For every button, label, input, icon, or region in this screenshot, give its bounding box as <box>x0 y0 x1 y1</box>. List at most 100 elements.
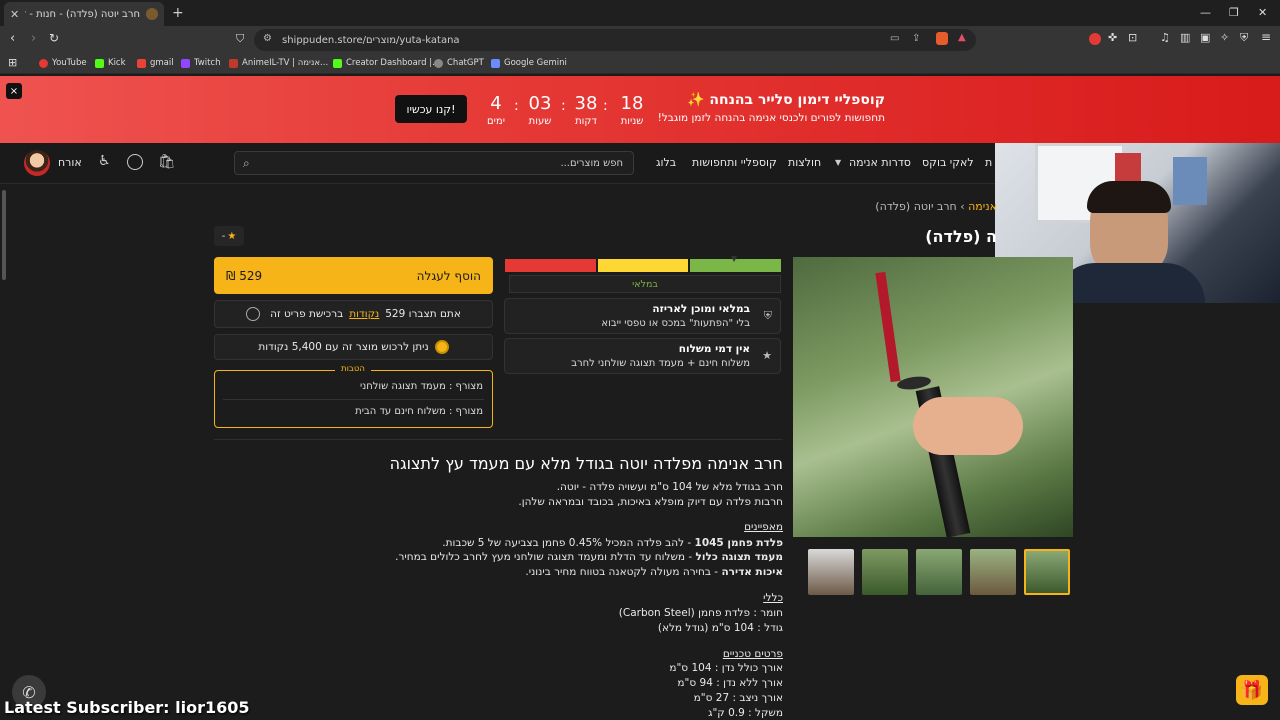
site-favicon-icon <box>146 8 158 20</box>
description-text: חרבות פלדה עם דיוק מופלא באיכות, בכובד ו… <box>518 496 783 508</box>
screenshot-icon[interactable]: ⊡ <box>1128 31 1137 44</box>
nav-item-anime-series[interactable]: סדרות אנימה <box>849 156 911 169</box>
stock-status: במלאי <box>509 275 781 293</box>
address-bar[interactable]: ⚙ shippuden.store/מוצרים/yuta-katana ▭ ⇪… <box>254 29 976 51</box>
bookmark-chatgpt[interactable]: ChatGPT <box>434 58 484 68</box>
reload-icon[interactable]: ↻ <box>49 31 59 45</box>
breadcrumb-category[interactable]: אנימה <box>968 200 997 213</box>
tech-line: אורך ללא נדן : 94 ס"מ <box>677 677 783 689</box>
star-icon: ★ <box>762 349 772 362</box>
creator-dashboard-icon <box>333 58 342 68</box>
points-link[interactable]: נקודות <box>349 308 379 320</box>
coin-icon <box>434 340 449 354</box>
kick-icon <box>95 58 104 68</box>
gmail-icon <box>137 58 146 68</box>
stock-meter-yellow <box>597 259 689 272</box>
bookmark-animeil[interactable]: AnimeIL-TV | אנימה... <box>229 58 328 68</box>
share-icon[interactable]: ⇪ <box>912 33 920 44</box>
bookmarks-bar: ⊞ YouTube Kick gmail Twitch AnimeIL-TV |… <box>0 54 1280 74</box>
webcam-shirt <box>1055 263 1205 303</box>
cart-icon[interactable]: 🛍 <box>158 154 176 170</box>
nav-item-cosplay[interactable]: קוספליי ותחפושות <box>692 156 777 169</box>
browser-tab[interactable]: חרב יוטה (פלדה) - חנות - דוכן שי ✕ <box>4 2 164 26</box>
tech-line: אורך כולל נדן : 104 ס"מ <box>669 662 783 674</box>
leo-ai-icon[interactable]: ✧ <box>1220 31 1229 44</box>
points-icon <box>246 307 261 321</box>
product-thumbnail[interactable] <box>970 549 1016 595</box>
breadcrumb: אנימה › חרב יוטה (פלדה) <box>875 200 997 213</box>
gift-icon[interactable]: 🎁 <box>1236 675 1268 705</box>
animeil-icon <box>229 58 238 68</box>
bookmark-gemini[interactable]: Google Gemini <box>491 58 567 68</box>
maximize-icon[interactable]: ❐ <box>1229 6 1239 19</box>
close-tab-icon[interactable]: ✕ <box>10 8 19 21</box>
feature-line: פלדת פחמן 1045 - להב פלדה המכיל 0.45% פח… <box>442 537 783 549</box>
wallet-icon[interactable]: ▣ <box>1200 31 1210 44</box>
nav-item-partial[interactable]: ת <box>985 156 992 169</box>
chevron-down-icon[interactable]: ▼ <box>835 158 841 167</box>
add-to-cart-button[interactable]: הוסף לעגלה 529 ₪ <box>214 257 493 294</box>
page-scrollbar[interactable] <box>2 190 6 280</box>
site-info-icon[interactable]: ⚙ <box>263 33 272 44</box>
forward-icon[interactable]: › <box>31 31 36 46</box>
nav-item-lucky-box[interactable]: לאקי בוקס <box>922 156 974 169</box>
description-heading: חרב אנימה מפלדה יוטה בגודל מלא עם מעמד ע… <box>389 454 783 473</box>
general-line: גודל : 104 ס"מ (גודל מלא) <box>657 622 783 634</box>
product-main-image[interactable] <box>793 257 1073 537</box>
new-tab-icon[interactable]: + <box>172 5 184 21</box>
countdown-hours: 03 שעות <box>528 93 552 127</box>
product-thumbnail[interactable] <box>808 549 854 595</box>
apps-grid-icon[interactable]: ⊞ <box>8 56 17 69</box>
sidebar-icon[interactable]: ▥ <box>1180 31 1190 44</box>
brave-rewards-icon[interactable]: ▲ <box>958 32 966 43</box>
search-input[interactable]: חפש מוצרים... ⌕ <box>234 151 634 175</box>
rating-badge: - ★ <box>214 226 244 246</box>
feature-line: איכות אדירה - בחירה מעולה לקטאנה בטווח מ… <box>525 566 783 578</box>
bookmark-kick[interactable]: Kick <box>95 58 126 68</box>
user-name[interactable]: אורח <box>58 156 82 169</box>
benefit-item: מצורף : מעמד תצוגה שולחני <box>359 381 483 392</box>
benefit-item: מצורף : משלוח חינם עד הבית <box>355 406 483 417</box>
benefits-tag: הטבות <box>335 364 371 374</box>
vpn-icon[interactable]: ⛨ <box>1240 31 1248 45</box>
nav-item-blog[interactable]: בלוג <box>656 156 676 169</box>
extensions-icon[interactable]: ✜ <box>1108 31 1117 44</box>
screen-cast-icon[interactable]: ▭ <box>890 33 899 44</box>
bookmark-twitch[interactable]: Twitch <box>181 58 221 68</box>
media-icon[interactable]: ♫ <box>1160 31 1170 44</box>
stock-indicator-icon: ▼ <box>731 254 738 263</box>
buy-now-button[interactable]: קנו עכשיו! <box>395 95 467 123</box>
bookmark-youtube[interactable]: YouTube <box>39 58 87 68</box>
close-promo-button[interactable]: × <box>6 83 22 99</box>
points-icon[interactable] <box>127 154 143 170</box>
bookmark-icon[interactable]: ⛉ <box>236 32 244 46</box>
product-thumbnail[interactable] <box>862 549 908 595</box>
browser-toolbar: ‹ › ↻ ⛉ ⚙ shippuden.store/מוצרים/yuta-ka… <box>0 26 1280 54</box>
avatar[interactable] <box>24 150 50 176</box>
url-text: shippuden.store/מוצרים/yuta-katana <box>282 34 460 46</box>
youtube-icon <box>39 58 48 68</box>
countdown-colon: : <box>514 98 519 114</box>
webcam-hair <box>1087 181 1171 213</box>
bookmark-creator-dashboard[interactable]: Creator Dashboard |... <box>333 58 440 68</box>
star-icon: ★ <box>227 230 237 242</box>
back-icon[interactable]: ‹ <box>10 31 15 46</box>
feature-in-stock: ⛨ במלאי ומוכן לאריזה בלי "הפתעות" במכס א… <box>504 298 781 334</box>
brave-shield-icon[interactable] <box>936 32 948 45</box>
bookmark-gmail[interactable]: gmail <box>137 58 174 68</box>
browser-tab-bar: חרב יוטה (פלדה) - חנות - דוכן שי ✕ + — ❐… <box>0 0 1280 26</box>
extension-record-icon[interactable] <box>1089 33 1101 45</box>
nav-item-shirts[interactable]: חולצות <box>788 156 821 169</box>
countdown-colon: : <box>603 98 608 114</box>
webcam-poster <box>1173 157 1207 205</box>
promo-banner: קוספליי דימון סלייר בהנחה ✨ תחפושות לפור… <box>0 76 1280 143</box>
minimize-icon[interactable]: — <box>1200 6 1211 19</box>
product-thumbnail[interactable] <box>916 549 962 595</box>
menu-icon[interactable]: ≡ <box>1261 30 1271 44</box>
close-window-icon[interactable]: ✕ <box>1258 6 1267 19</box>
tech-line: אורך ניצב : 27 ס"מ <box>693 692 783 704</box>
search-icon[interactable]: ⌕ <box>243 156 250 171</box>
accessibility-icon[interactable]: ♿ <box>98 153 111 169</box>
general-heading: כללי <box>763 592 783 604</box>
product-thumbnail-selected[interactable] <box>1024 549 1070 595</box>
